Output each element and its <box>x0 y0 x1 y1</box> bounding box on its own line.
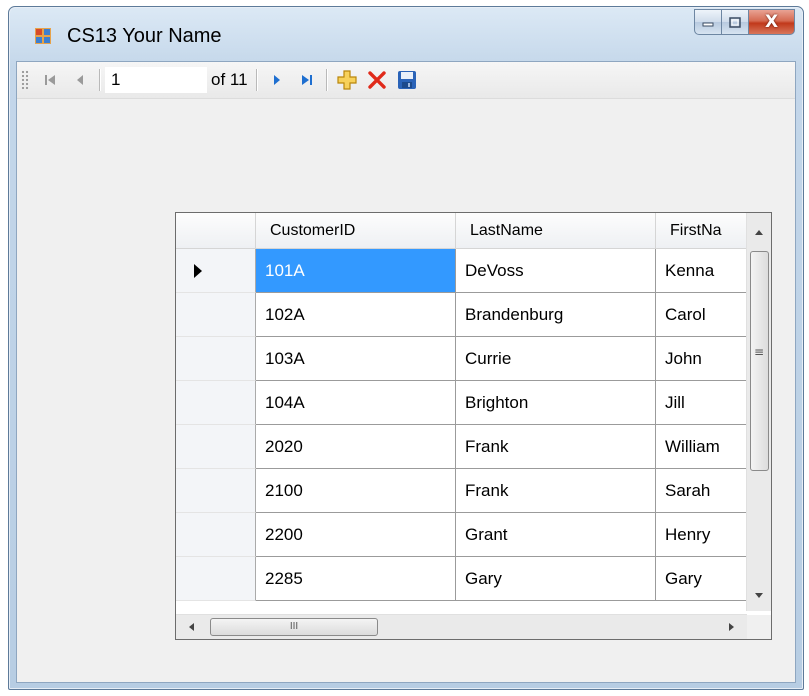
row-header[interactable] <box>176 381 256 425</box>
current-row-indicator-icon <box>194 264 202 278</box>
table-row[interactable]: 2200 Grant Henry <box>176 513 747 557</box>
cell-customerid[interactable]: 101A <box>256 249 456 293</box>
table-row[interactable]: 103A Currie John <box>176 337 747 381</box>
table-row[interactable]: 102A Brandenburg Carol <box>176 293 747 337</box>
cell-firstname[interactable]: Carol <box>656 293 747 337</box>
add-new-button[interactable] <box>332 66 362 94</box>
add-new-icon <box>336 70 357 90</box>
scroll-down-icon[interactable] <box>747 583 771 607</box>
table-row[interactable]: 2020 Frank William <box>176 425 747 469</box>
table-row[interactable]: 2285 Gary Gary <box>176 557 747 601</box>
cell-customerid[interactable]: 103A <box>256 337 456 381</box>
column-header-lastname[interactable]: LastName <box>456 213 656 249</box>
client-area: of 11 <box>16 61 796 683</box>
cell-lastname[interactable]: Brighton <box>456 381 656 425</box>
cell-firstname[interactable]: John <box>656 337 747 381</box>
cell-lastname[interactable]: Currie <box>456 337 656 381</box>
cell-firstname[interactable]: Kenna <box>656 249 747 293</box>
toolbar-grip[interactable] <box>21 70 29 90</box>
scroll-right-icon[interactable] <box>719 615 743 639</box>
scroll-grip-icon: ≡ <box>754 345 765 359</box>
scroll-up-icon[interactable] <box>747 221 771 245</box>
binding-navigator: of 11 <box>17 62 795 99</box>
move-next-button[interactable] <box>262 66 292 94</box>
grid-corner-header[interactable] <box>176 213 256 249</box>
move-first-button[interactable] <box>35 66 65 94</box>
vertical-scroll-thumb[interactable]: ≡ <box>750 251 769 471</box>
column-header-customerid[interactable]: CustomerID <box>256 213 456 249</box>
cell-customerid[interactable]: 2020 <box>256 425 456 469</box>
cell-lastname[interactable]: Gary <box>456 557 656 601</box>
minimize-button[interactable] <box>694 9 722 35</box>
column-header-firstname[interactable]: FirstNa <box>656 213 747 249</box>
delete-button[interactable] <box>362 66 392 94</box>
table-row[interactable]: 104A Brighton Jill <box>176 381 747 425</box>
toolbar-separator <box>99 69 101 91</box>
move-next-icon <box>273 75 280 85</box>
position-input[interactable] <box>105 67 207 93</box>
grid-header: CustomerID LastName FirstNa <box>176 213 747 249</box>
save-icon <box>397 71 416 89</box>
row-header[interactable] <box>176 469 256 513</box>
close-icon: X <box>764 12 779 32</box>
main-window: CS13 Your Name X 1 of 11 CustomerID Last… <box>8 6 804 690</box>
cell-firstname[interactable]: Sarah <box>656 469 747 513</box>
move-last-button[interactable] <box>292 66 322 94</box>
move-previous-icon <box>77 75 83 85</box>
title-bar[interactable]: CS13 Your Name X <box>9 7 803 61</box>
cell-customerid[interactable]: 102A <box>256 293 456 337</box>
cell-firstname[interactable]: Gary <box>656 557 747 601</box>
count-label: of 11 <box>211 70 248 89</box>
delete-icon <box>367 71 386 89</box>
maximize-button[interactable] <box>722 9 749 35</box>
cell-firstname[interactable]: Jill <box>656 381 747 425</box>
customer-data-grid[interactable]: CustomerID LastName FirstNa 101A DeVoss … <box>175 212 772 640</box>
cell-customerid[interactable]: 104A <box>256 381 456 425</box>
app-icon <box>35 28 51 44</box>
move-first-icon <box>45 75 55 85</box>
save-button[interactable] <box>392 66 422 94</box>
window-title: CS13 Your Name <box>67 25 222 47</box>
vertical-scrollbar[interactable]: ≡ <box>746 213 771 611</box>
cell-lastname[interactable]: DeVoss <box>456 249 656 293</box>
toolbar-separator <box>325 69 328 91</box>
scrollbar-corner <box>747 615 771 639</box>
table-row[interactable]: 2100 Frank Sarah <box>176 469 747 513</box>
toolbar-separator <box>255 69 258 91</box>
cell-lastname[interactable]: Frank <box>456 469 656 513</box>
row-header[interactable] <box>176 249 256 293</box>
close-button[interactable]: X <box>749 9 795 35</box>
table-row[interactable]: 101A DeVoss Kenna <box>176 249 747 293</box>
row-header[interactable] <box>176 557 256 601</box>
maximize-icon <box>729 16 741 28</box>
cell-customerid[interactable]: 2285 <box>256 557 456 601</box>
row-header[interactable] <box>176 337 256 381</box>
horizontal-scroll-thumb[interactable]: III <box>210 618 378 636</box>
cell-firstname[interactable]: William <box>656 425 747 469</box>
row-header[interactable] <box>176 425 256 469</box>
horizontal-scrollbar[interactable]: III <box>176 614 747 639</box>
grid-rows: 101A DeVoss Kenna 102A Brandenburg Carol… <box>176 249 747 601</box>
row-header[interactable] <box>176 293 256 337</box>
move-previous-button[interactable] <box>65 66 95 94</box>
cell-lastname[interactable]: Frank <box>456 425 656 469</box>
row-header[interactable] <box>176 513 256 557</box>
cell-lastname[interactable]: Brandenburg <box>456 293 656 337</box>
cell-customerid[interactable]: 2100 <box>256 469 456 513</box>
caption-buttons: X <box>694 9 795 35</box>
scroll-left-icon[interactable] <box>180 615 204 639</box>
cell-lastname[interactable]: Grant <box>456 513 656 557</box>
cell-firstname[interactable]: Henry <box>656 513 747 557</box>
minimize-icon <box>702 22 714 27</box>
move-last-icon <box>301 75 312 85</box>
cell-customerid[interactable]: 2200 <box>256 513 456 557</box>
